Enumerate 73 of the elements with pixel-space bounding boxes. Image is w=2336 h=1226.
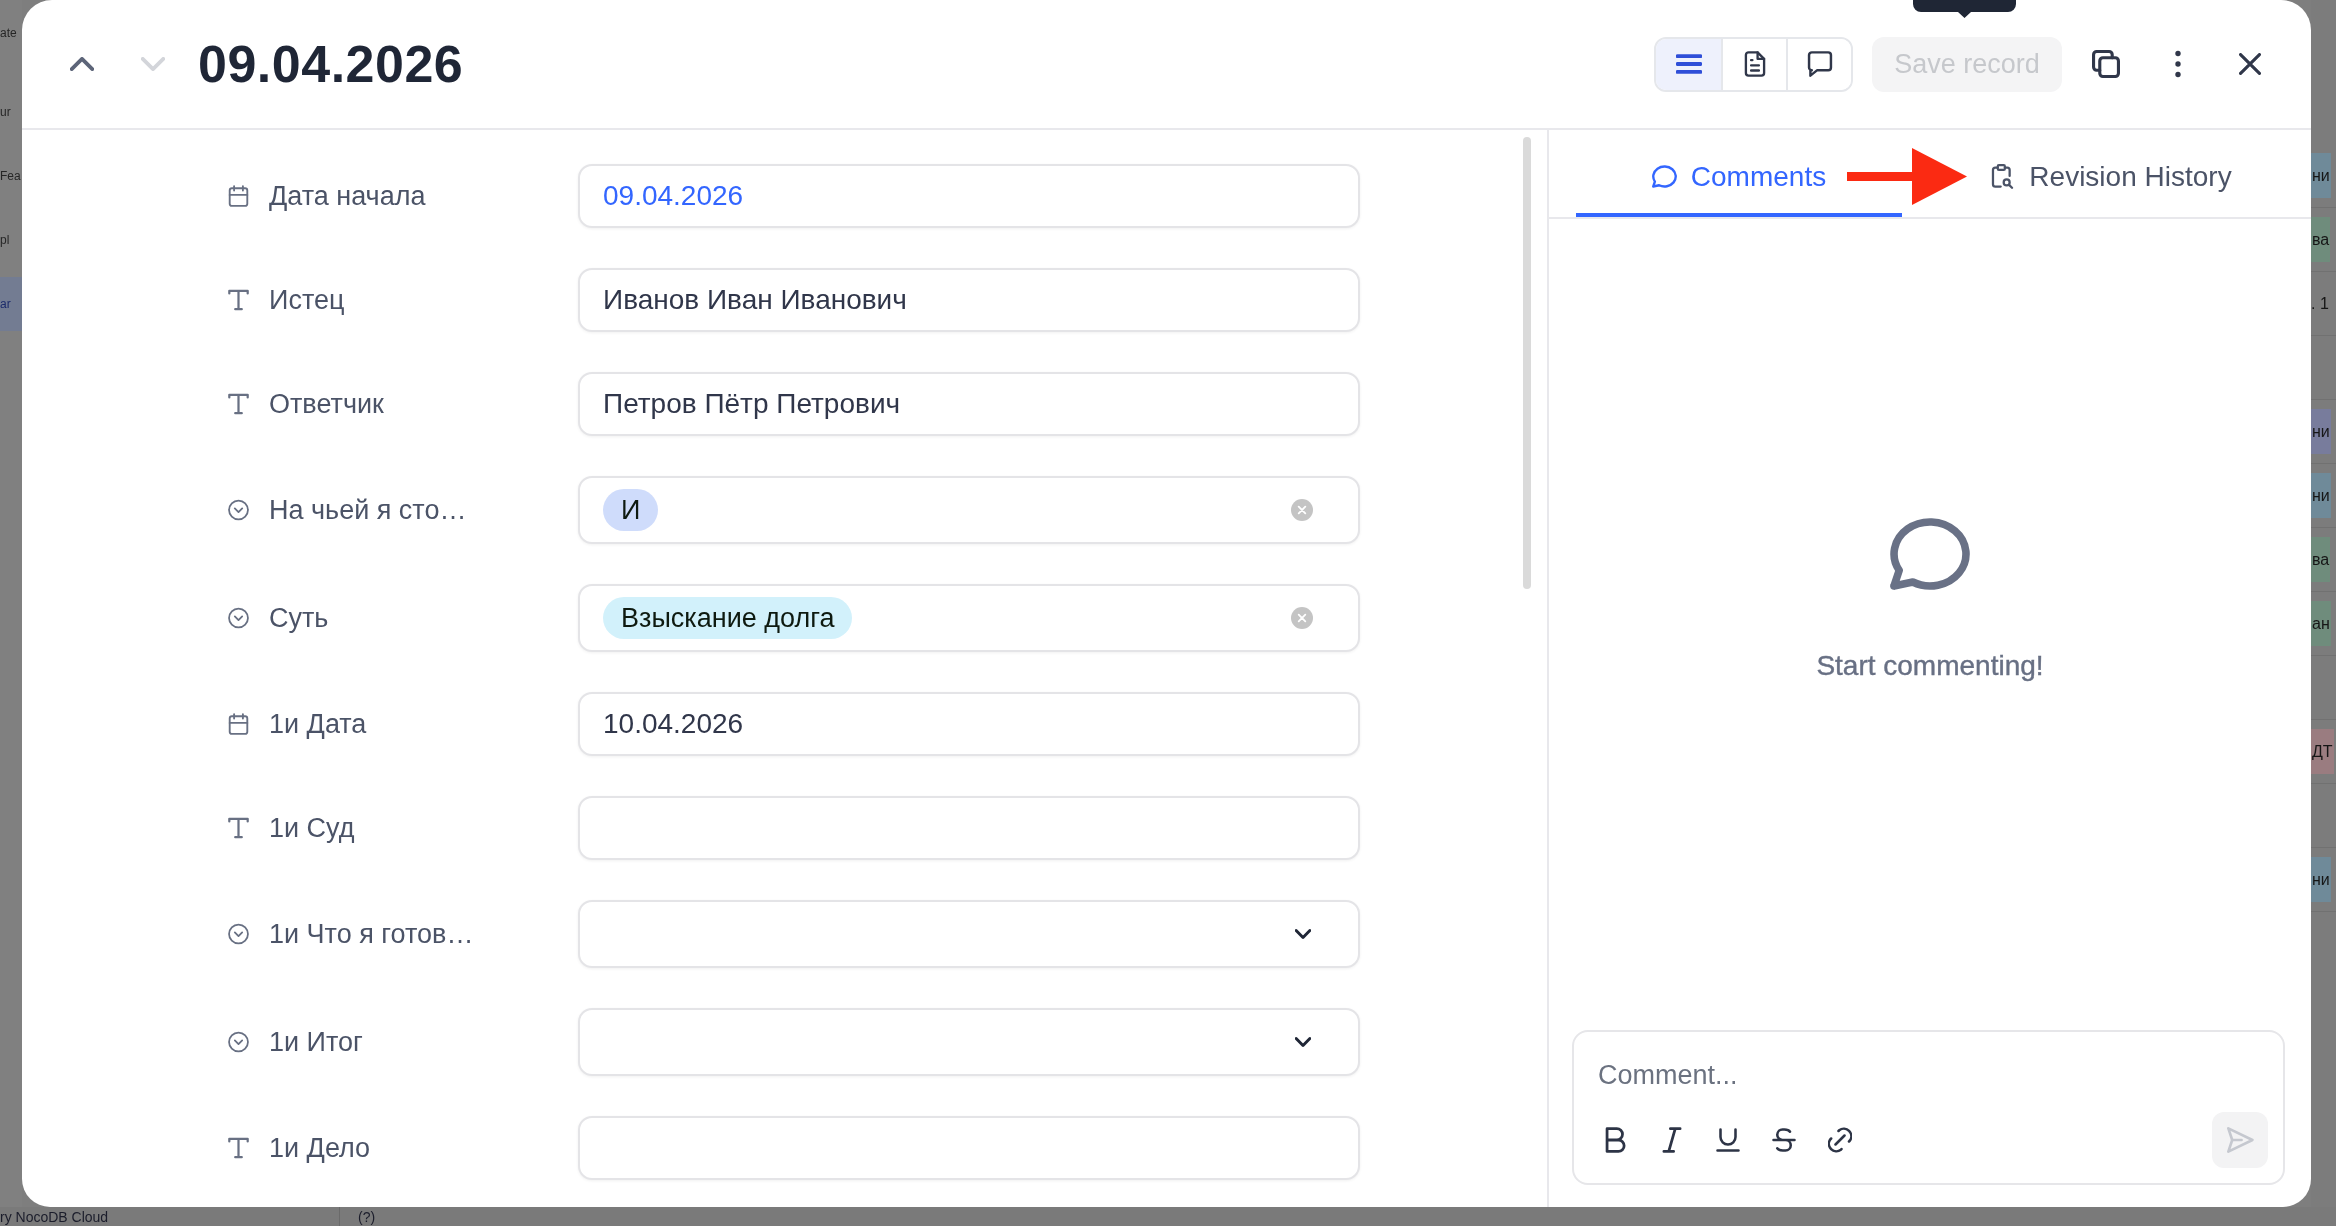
send-icon (2226, 1126, 2254, 1154)
field-label: На чьей я сто… (269, 494, 467, 526)
chevron-up-icon (70, 57, 94, 71)
text-type-icon (228, 289, 249, 311)
tag: ан (2311, 601, 2331, 646)
calendar-icon (228, 713, 249, 735)
tag: ДТ (2311, 729, 2334, 774)
comment-field[interactable]: Comment... (1596, 1050, 2268, 1100)
underline-icon (1716, 1127, 1740, 1153)
text-type-icon (228, 1137, 249, 1159)
clipboard-search-icon (1990, 164, 2016, 189)
sidebar-item[interactable]: ur (0, 85, 22, 139)
speech-bubble-icon (1806, 51, 1833, 77)
close-icon (2239, 53, 2261, 75)
sidebar-item[interactable]: Fea (0, 149, 22, 203)
text-field[interactable] (578, 1116, 1360, 1180)
date-field[interactable]: 10.04.2026 (578, 692, 1360, 756)
circle-chevron-icon (228, 923, 249, 945)
field-label: 1и Суд (269, 812, 355, 844)
sidebar-item[interactable]: pl (0, 213, 22, 267)
chevron-down-icon (1295, 1037, 1311, 1047)
field-label: 1и Что я готов… (269, 918, 474, 950)
more-icon (2175, 50, 2181, 78)
text-type-icon (228, 817, 249, 839)
field-label: 1и Дата (269, 708, 367, 740)
sidebar-heading: ate (0, 25, 18, 42)
empty-state-message: Start commenting! (1816, 650, 2044, 682)
select-field[interactable]: И (578, 476, 1360, 544)
strikethrough-icon (1772, 1127, 1796, 1153)
comment-view-button[interactable] (1786, 38, 1851, 90)
circle-chevron-icon (228, 499, 249, 521)
field-label: 1и Итог (269, 1026, 363, 1058)
help-link[interactable]: (?) (358, 1208, 376, 1225)
field-label: Истец (269, 284, 345, 316)
chevron-down-icon (1295, 929, 1311, 939)
field-label: Дата начала (269, 180, 426, 212)
list-view-button[interactable] (1656, 38, 1721, 90)
record-title: 09.04.2026 (198, 34, 464, 94)
italic-icon (1660, 1127, 1684, 1153)
list-icon (1675, 53, 1702, 75)
tag: ни (2311, 857, 2331, 902)
circle-chevron-icon (228, 1031, 249, 1053)
chevron-down-icon (141, 57, 165, 71)
calendar-icon (228, 185, 249, 207)
revision-history-tab[interactable]: Revision History (1948, 130, 2274, 217)
option-tag: И (603, 489, 659, 531)
comment-icon (1651, 164, 1677, 189)
select-field[interactable] (578, 900, 1360, 968)
field-label: 1и Дело (269, 1132, 371, 1164)
tag: ва (2311, 537, 2331, 582)
scrollbar-thumb[interactable] (1523, 137, 1531, 589)
field-label: Суть (269, 602, 329, 634)
text-field[interactable]: Иванов Иван Иванович (578, 268, 1360, 332)
link-icon (1828, 1127, 1852, 1153)
tag: ни (2311, 473, 2331, 518)
option-tag: Взыскание долга (603, 597, 853, 639)
date-field[interactable]: 09.04.2026 (578, 164, 1360, 228)
field-label: Ответчик (269, 388, 384, 420)
text-field[interactable] (578, 796, 1360, 860)
text-type-icon (228, 393, 249, 415)
bold-icon (1604, 1127, 1628, 1153)
footer-label: ry NocoDB Cloud (0, 1208, 109, 1225)
tag: ва (2311, 217, 2331, 262)
comment-box[interactable]: Comment... (1572, 1030, 2285, 1185)
circle-chevron-icon (228, 607, 249, 629)
select-field[interactable]: Взыскание долга (578, 584, 1360, 652)
select-field[interactable] (578, 1008, 1360, 1076)
text-field[interactable]: Петров Пётр Петрович (578, 372, 1360, 436)
tag: ни (2311, 153, 2331, 198)
cell-text: . 1 (2311, 294, 2329, 313)
sidebar-item[interactable]: ar (0, 277, 22, 331)
copy-icon (2092, 50, 2120, 78)
tag: ни (2311, 409, 2331, 454)
